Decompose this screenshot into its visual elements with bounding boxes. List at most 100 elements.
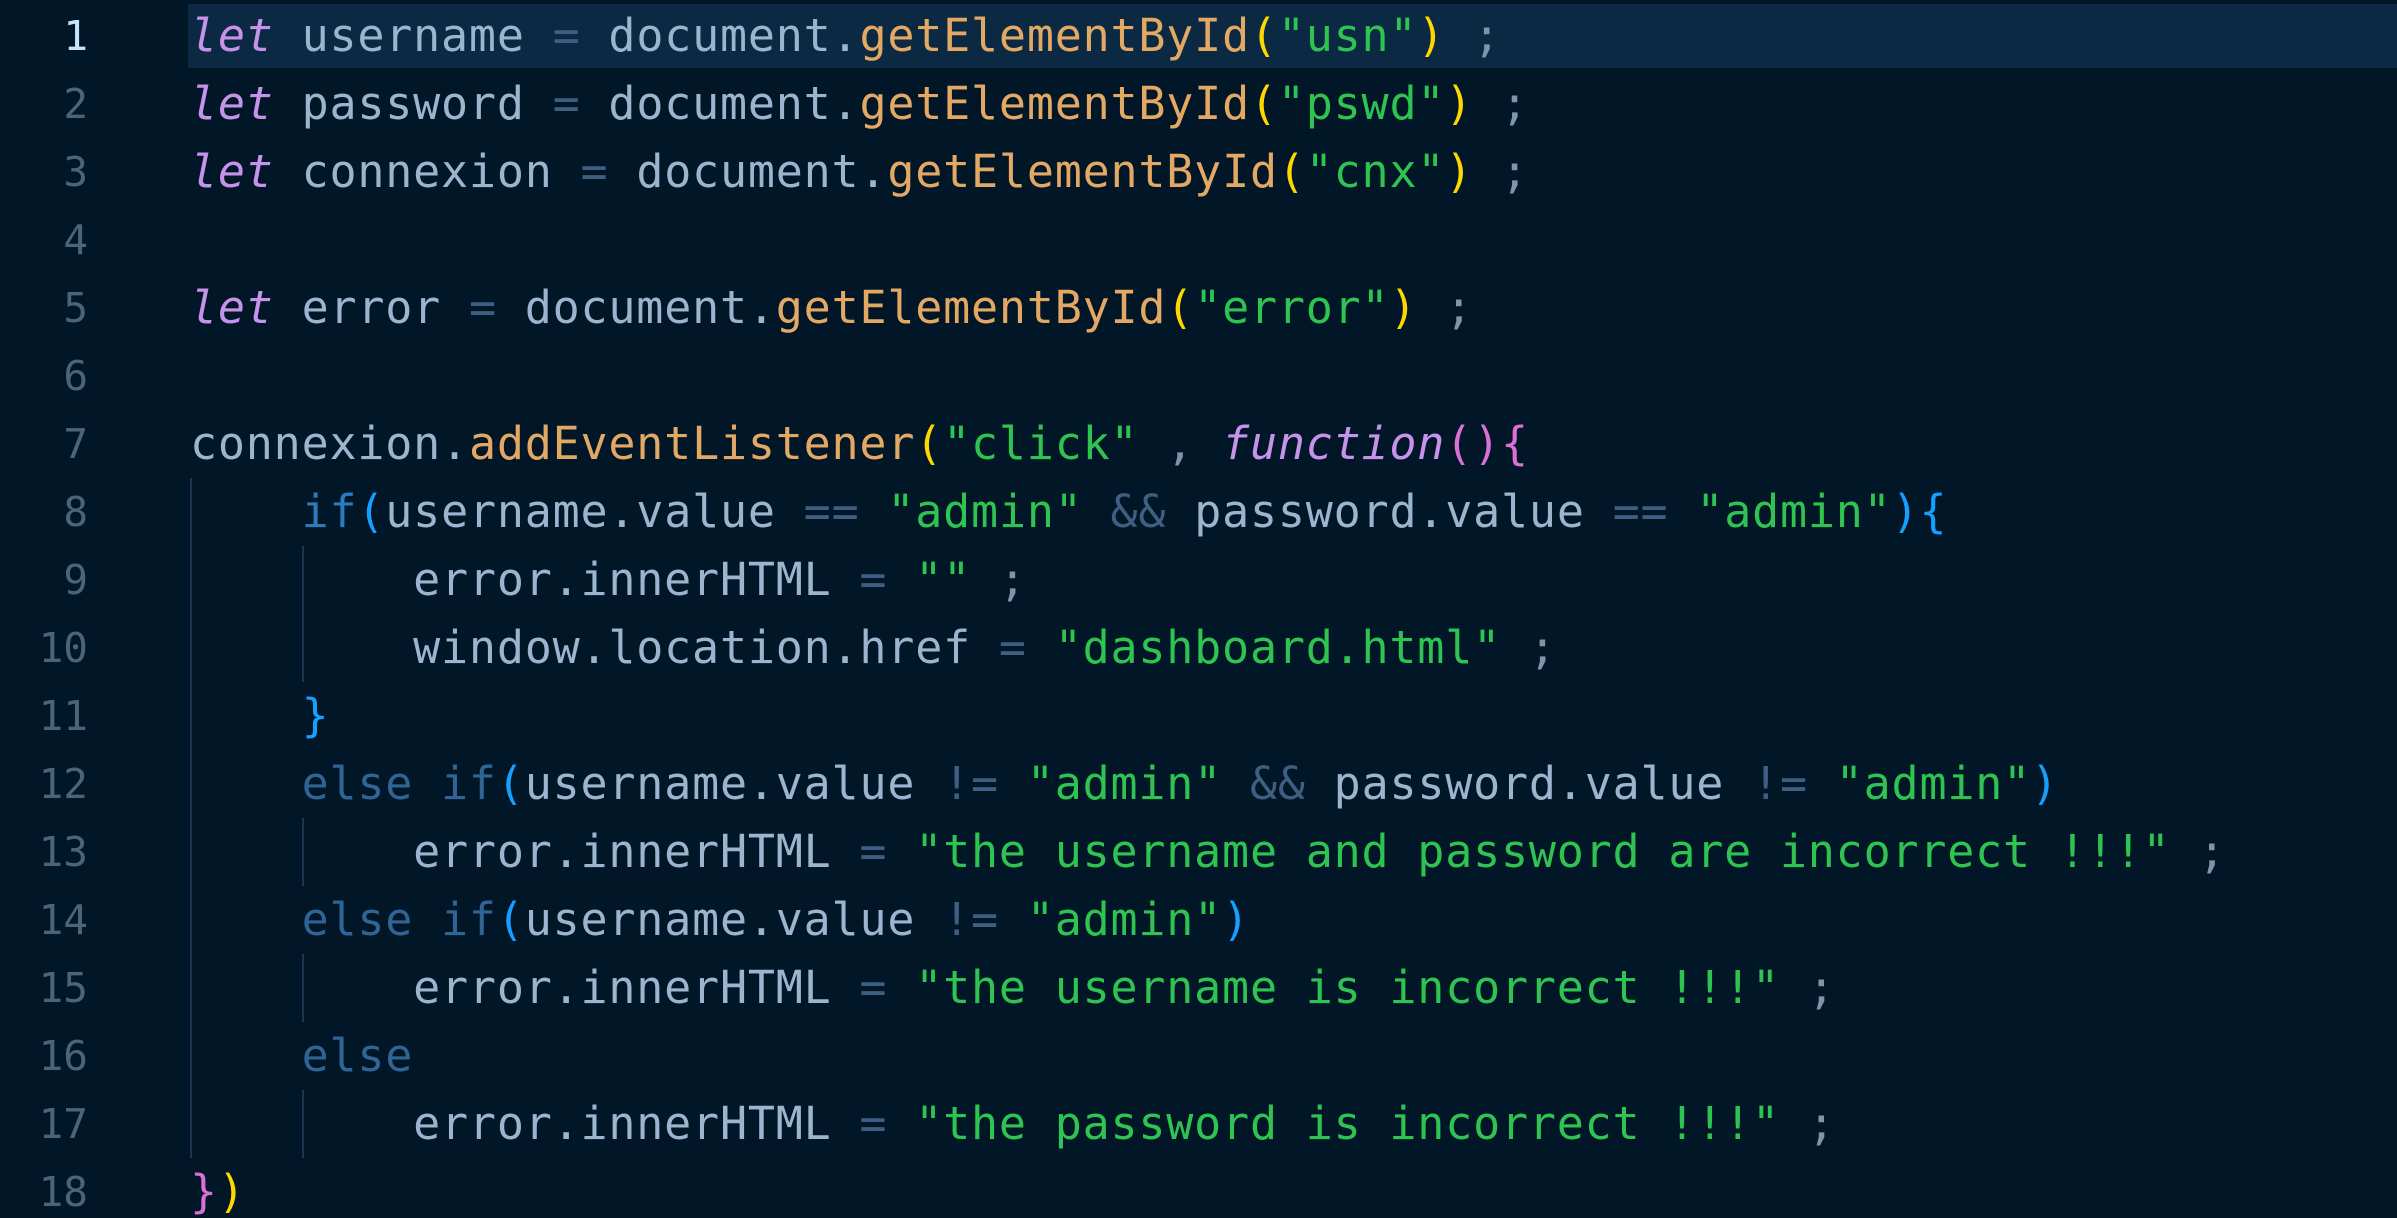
indent-guide <box>301 546 304 682</box>
code-token: ; <box>971 553 1027 606</box>
code-token: == <box>1612 485 1669 538</box>
code-token: error.innerHTML <box>190 961 860 1014</box>
code-token: error.innerHTML <box>190 553 860 606</box>
code-token: ; <box>1779 1097 1836 1150</box>
code-token: ) <box>2031 757 2059 810</box>
code-line[interactable]: 12 else if(username.value != "admin" && … <box>0 750 2397 818</box>
code-line[interactable]: 1 let username = document.getElementById(… <box>0 2 2397 70</box>
code-text: error.innerHTML = "" ; <box>190 546 1027 614</box>
code-token: && <box>1110 485 1167 538</box>
code-token: let <box>190 9 274 62</box>
code-token: ; <box>1779 961 1836 1014</box>
code-line[interactable]: 2 let password = document.getElementById(… <box>0 70 2397 138</box>
code-token: "the username is incorrect !!!" <box>915 961 1780 1014</box>
code-token: ( <box>1249 9 1278 62</box>
code-line[interactable]: 11 } <box>0 682 2397 750</box>
line-number: 2 <box>63 80 88 128</box>
code-token: != <box>943 757 999 810</box>
code-token: addEventListener <box>468 417 916 470</box>
line-number: 5 <box>63 284 88 332</box>
code-token: error.innerHTML <box>190 825 860 878</box>
code-token: ( <box>915 417 944 470</box>
code-token: ) <box>1389 281 1418 334</box>
code-line[interactable]: 16 else <box>0 1022 2397 1090</box>
code-token: getElementById <box>775 281 1167 334</box>
code-text: let username = document.getElementById("… <box>190 2 1501 70</box>
code-token: ; <box>1500 621 1557 674</box>
line-number: 16 <box>38 1032 88 1080</box>
code-token: "admin" <box>1026 893 1223 946</box>
code-text: let connexion = document.getElementById(… <box>190 138 1529 206</box>
code-token: username <box>273 9 553 62</box>
indent-guide <box>301 818 304 886</box>
line-number: 1 <box>63 12 88 60</box>
code-token: if <box>301 485 358 538</box>
code-token: ; <box>1473 77 1529 130</box>
code-line[interactable]: 8 if(username.value == "admin" && passwo… <box>0 478 2397 546</box>
code-token: ) <box>1445 145 1474 198</box>
code-token: document. <box>608 145 888 198</box>
code-token: != <box>943 893 999 946</box>
code-token: ; <box>1473 145 1529 198</box>
code-token: password <box>273 77 553 130</box>
code-token: = <box>552 77 581 130</box>
code-token: document. <box>580 9 860 62</box>
code-token: ( <box>1166 281 1195 334</box>
code-token: connexion. <box>190 417 469 470</box>
code-token: } <box>301 689 330 742</box>
code-text: if(username.value == "admin" && password… <box>190 478 1947 546</box>
code-line[interactable]: 5 let error = document.getElementById("er… <box>0 274 2397 342</box>
code-token: else <box>301 1029 414 1082</box>
code-line[interactable]: 7 connexion.addEventListener("click" , fu… <box>0 410 2397 478</box>
code-text: else if(username.value != "admin" && pas… <box>190 750 2059 818</box>
code-text: error.innerHTML = "the username and pass… <box>190 818 2226 886</box>
code-token: == <box>803 485 860 538</box>
code-token: ( <box>1249 77 1278 130</box>
indent-guide <box>301 1090 304 1158</box>
line-number: 4 <box>63 216 88 264</box>
code-token: "cnx" <box>1305 145 1446 198</box>
code-token: ) <box>1222 893 1250 946</box>
code-text: } <box>190 682 329 750</box>
code-token: "the username and password are incorrect… <box>915 825 2171 878</box>
code-token: "admin" <box>1696 485 1892 538</box>
code-token: let <box>190 281 274 334</box>
code-token: function <box>1222 417 1446 470</box>
code-token: error <box>273 281 469 334</box>
code-line[interactable]: 17 error.innerHTML = "the password is in… <box>0 1090 2397 1158</box>
code-token: getElementById <box>887 145 1278 198</box>
code-text: connexion.addEventListener("click" , fun… <box>190 410 1529 478</box>
code-text: error.innerHTML = "the username is incor… <box>190 954 1836 1022</box>
code-token: = <box>859 825 888 878</box>
code-token: username.value <box>524 757 944 810</box>
code-token: getElementById <box>859 9 1250 62</box>
code-line[interactable]: 18}) <box>0 1158 2397 1218</box>
code-line[interactable]: 4 <box>0 206 2397 274</box>
code-line[interactable]: 9 error.innerHTML = "" ; <box>0 546 2397 614</box>
code-token: username.value <box>385 485 804 538</box>
code-line[interactable]: 15 error.innerHTML = "the username is in… <box>0 954 2397 1022</box>
code-line[interactable]: 10 window.location.href = "dashboard.htm… <box>0 614 2397 682</box>
code-line[interactable]: 13 error.innerHTML = "the username and p… <box>0 818 2397 886</box>
code-line[interactable]: 14 else if(username.value != "admin") <box>0 886 2397 954</box>
line-number: 3 <box>63 148 88 196</box>
code-text: let error = document.getElementById("err… <box>190 274 1473 342</box>
line-number: 17 <box>38 1100 88 1148</box>
code-line[interactable]: 3 let connexion = document.getElementById… <box>0 138 2397 206</box>
code-token: error.innerHTML <box>190 1097 860 1150</box>
code-token: "admin" <box>1835 757 2032 810</box>
code-line[interactable]: 6 <box>0 342 2397 410</box>
code-editor[interactable]: 1 let username = document.getElementById(… <box>0 0 2397 1218</box>
